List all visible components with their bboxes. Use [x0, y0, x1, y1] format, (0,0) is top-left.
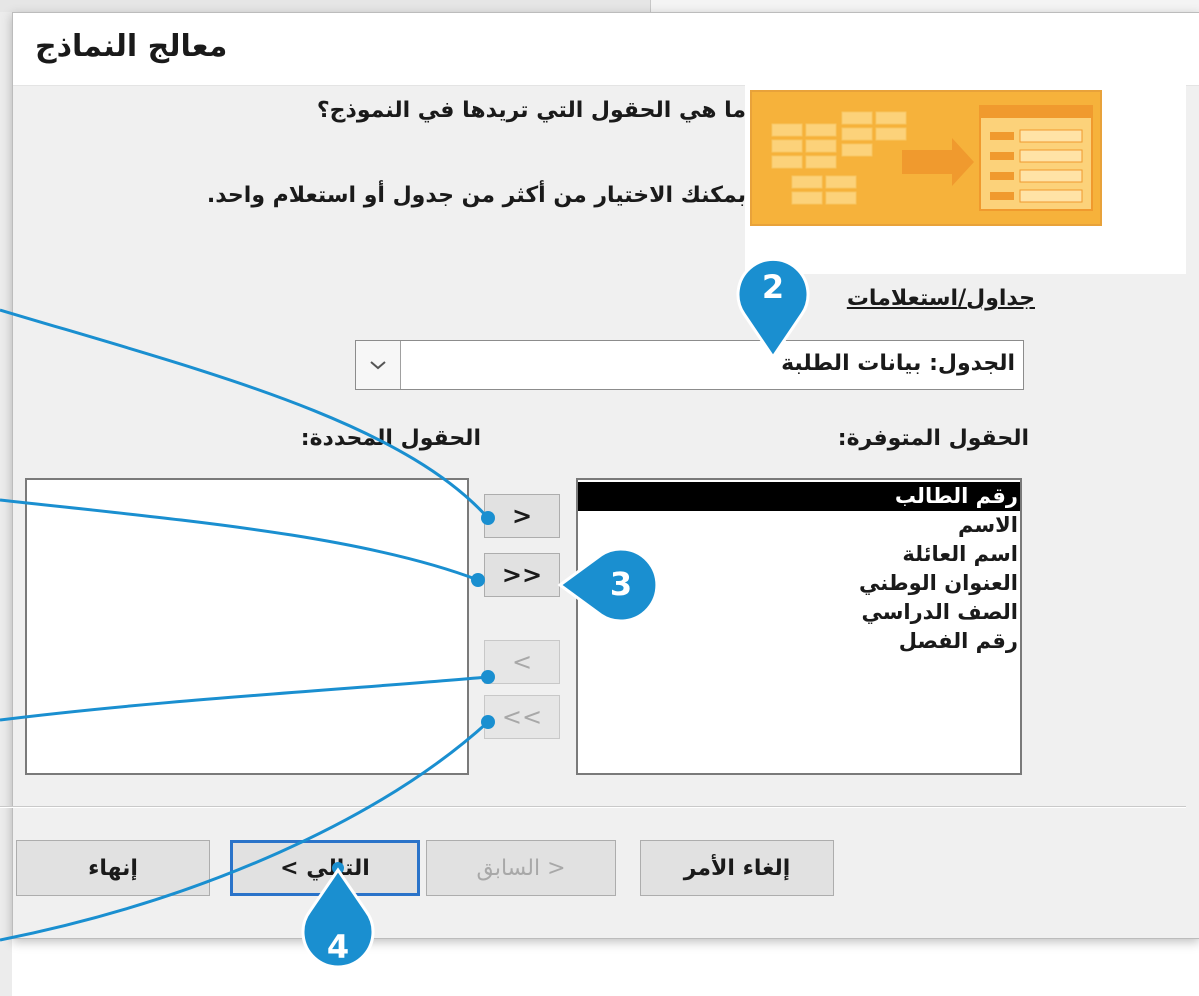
next-button[interactable]: التالي >: [230, 840, 420, 896]
callout-number-4: 4: [326, 928, 350, 966]
background-window: [650, 0, 1199, 12]
chevron-down-icon[interactable]: [356, 341, 401, 389]
title-bar: معالج النماذج: [13, 13, 1199, 86]
selected-fields-label: الحقول المحددة:: [300, 426, 481, 451]
finish-button[interactable]: إنهاء: [16, 840, 210, 896]
add-all-fields-button[interactable]: >>: [484, 553, 560, 597]
callout-number-2: 2: [761, 268, 785, 306]
question-text: ما هي الحقول التي تريدها في النموذج؟: [316, 98, 746, 123]
back-button[interactable]: < السابق: [426, 840, 616, 896]
combo-selected-value: الجدول: بيانات الطلبة: [781, 351, 1015, 376]
wizard-illustration: [750, 90, 1102, 226]
available-fields-list[interactable]: رقم الطالب الاسم اسم العائلة العنوان الو…: [576, 478, 1022, 775]
remove-all-fields-button[interactable]: <<: [484, 695, 560, 739]
remove-field-button[interactable]: <: [484, 640, 560, 684]
callout-number-3: 3: [609, 565, 633, 603]
list-item[interactable]: رقم الفصل: [578, 627, 1020, 656]
list-item[interactable]: الصف الدراسي: [578, 598, 1020, 627]
tables-queries-combo[interactable]: الجدول: بيانات الطلبة: [355, 340, 1024, 390]
cancel-button[interactable]: إلغاء الأمر: [640, 840, 834, 896]
list-item[interactable]: الاسم: [578, 511, 1020, 540]
divider: [0, 806, 1186, 808]
list-item[interactable]: اسم العائلة: [578, 540, 1020, 569]
list-item[interactable]: العنوان الوطني: [578, 569, 1020, 598]
list-item[interactable]: رقم الطالب: [578, 482, 1020, 511]
background-panel: [0, 0, 12, 996]
dialog-title: معالج النماذج: [35, 29, 228, 64]
tables-queries-label: جداول/استعلامات: [846, 286, 1035, 311]
hint-text: بمكنك الاختيار من أكثر من جدول أو استعلا…: [206, 183, 746, 208]
add-field-button[interactable]: >: [484, 494, 560, 538]
selected-fields-list[interactable]: [25, 478, 469, 775]
available-fields-label: الحقول المتوفرة:: [837, 426, 1029, 451]
